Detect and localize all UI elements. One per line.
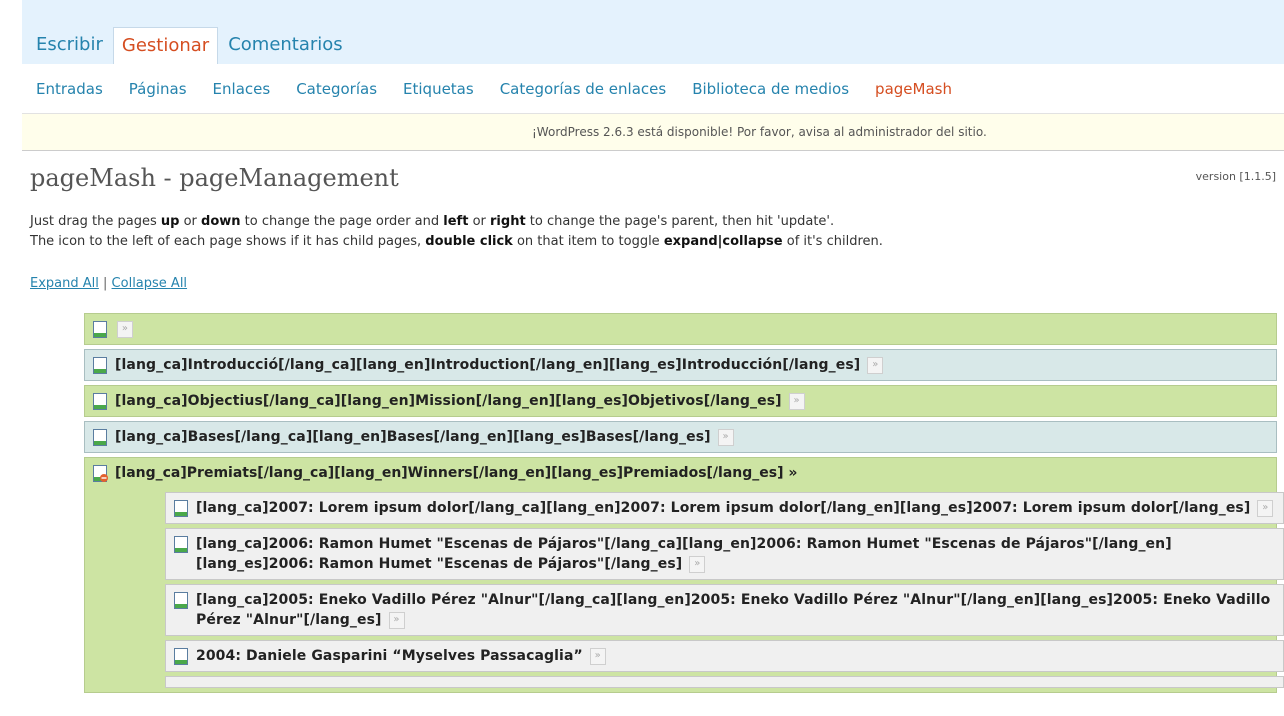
page-item[interactable]: [lang_ca]Introducció[/lang_ca][lang_en]I… [84,349,1277,381]
page-icon [174,536,188,553]
page-title-text: [lang_ca]Objectius[/lang_ca][lang_en]Mis… [115,393,782,409]
instr-text: to change the page order and [240,214,444,229]
submenu-pagemash[interactable]: pageMash [875,80,952,98]
page-title-text: [lang_ca]2007: Lorem ipsum dolor[/lang_c… [196,500,1251,516]
page-item[interactable]: [lang_ca]Objectius[/lang_ca][lang_en]Mis… [84,385,1277,417]
instr-text: or [468,214,491,229]
instr-text: of it's children. [782,234,883,249]
child-page-item[interactable]: [lang_ca]2005: Eneko Vadillo Pérez "Alnu… [165,584,1284,636]
instr-emphasis: left [443,214,469,229]
parent-page-item[interactable]: [lang_ca]Premiats[/lang_ca][lang_en]Winn… [84,457,1284,693]
child-page-item[interactable]: 2004: Daniele Gasparini “Myselves Passac… [165,640,1284,672]
expand-toggle-button[interactable]: » [788,392,805,410]
expand-toggle-button[interactable]: » [717,428,734,446]
page-title-text: 2004: Daniele Gasparini “Myselves Passac… [196,648,583,664]
collapse-all-link[interactable]: Collapse All [112,276,188,291]
instr-text: Just drag the pages [30,214,161,229]
admin-header: Escribir Gestionar Comentarios [22,0,1284,64]
page-icon [93,429,107,446]
child-page-item-partial[interactable] [165,676,1284,688]
page-title-text: [lang_ca]Introducció[/lang_ca][lang_en]I… [115,357,861,373]
page-title-text: [lang_ca]Bases[/lang_ca][lang_en]Bases[/… [115,429,711,445]
expand-toggle-button[interactable]: » [388,611,405,629]
page-title-text: [lang_ca]2006: Ramon Humet "Escenas de P… [196,536,1172,572]
expand-collapse-links: Expand All | Collapse All [30,276,187,291]
instr-text: or [179,214,202,229]
instr-emphasis: double click [425,234,513,249]
submenu-categorias-enlaces[interactable]: Categorías de enlaces [500,80,667,98]
expand-toggle-button[interactable]: » [689,555,706,573]
instr-emphasis: up [160,214,180,229]
child-page-item[interactable]: [lang_ca]2006: Ramon Humet "Escenas de P… [165,528,1284,580]
submenu-entradas[interactable]: Entradas [36,80,103,98]
submenu-enlaces[interactable]: Enlaces [213,80,271,98]
page-with-children-icon [93,465,108,482]
update-nag: ¡WordPress 2.6.3 está disponible! Por fa… [22,114,1284,151]
instr-emphasis: expand|collapse [663,234,783,249]
expand-toggle-button[interactable]: » [788,465,797,481]
page-title-text: [lang_ca]2005: Eneko Vadillo Pérez "Alnu… [196,592,1271,628]
tab-escribir[interactable]: Escribir [22,27,111,64]
instr-text: on that item to toggle [512,234,664,249]
separator: | [103,276,108,291]
page-title-text: [lang_ca]Premiats[/lang_ca][lang_en]Winn… [115,465,784,481]
page-icon [93,321,107,338]
expand-toggle-button[interactable]: » [117,320,133,338]
child-page-item[interactable]: [lang_ca]2007: Lorem ipsum dolor[/lang_c… [165,492,1284,524]
parent-page-head[interactable]: [lang_ca]Premiats[/lang_ca][lang_en]Winn… [85,463,1276,488]
instr-text: to change the page's parent, then hit 'u… [525,214,835,229]
page-icon [93,393,107,410]
page-item[interactable]: » [84,313,1277,345]
page-list: » [lang_ca]Introducció[/lang_ca][lang_en… [84,313,1284,693]
main-tabs: Escribir Gestionar Comentarios [22,27,353,64]
tab-gestionar[interactable]: Gestionar [112,27,219,64]
submenu-etiquetas[interactable]: Etiquetas [403,80,474,98]
page-icon [174,592,188,609]
instructions-line-2: The icon to the left of each page shows … [30,232,883,252]
submenu-paginas[interactable]: Páginas [129,80,187,98]
tab-comentarios[interactable]: Comentarios [220,27,350,64]
instr-emphasis: down [201,214,241,229]
expand-toggle-button[interactable]: » [867,356,884,374]
submenu-categorias[interactable]: Categorías [296,80,377,98]
page-title: pageMash - pageManagement [30,164,399,192]
page-icon [174,648,188,665]
version-label: version [1.1.5] [1195,170,1276,183]
expand-all-link[interactable]: Expand All [30,276,99,291]
page-icon [174,500,188,517]
instructions: Just drag the pages up or down to change… [30,212,883,252]
page-icon [93,357,107,374]
expand-toggle-button[interactable]: » [589,647,606,665]
instr-emphasis: right [490,214,526,229]
child-pages: [lang_ca]2007: Lorem ipsum dolor[/lang_c… [165,492,1284,688]
page-item[interactable]: [lang_ca]Bases[/lang_ca][lang_en]Bases[/… [84,421,1277,453]
submenu-biblioteca-medios[interactable]: Biblioteca de medios [692,80,849,98]
sub-menu: Entradas Páginas Enlaces Categorías Etiq… [22,64,1284,114]
instructions-line-1: Just drag the pages up or down to change… [30,212,883,232]
expand-toggle-button[interactable]: » [1257,499,1274,517]
instr-text: The icon to the left of each page shows … [30,234,426,249]
